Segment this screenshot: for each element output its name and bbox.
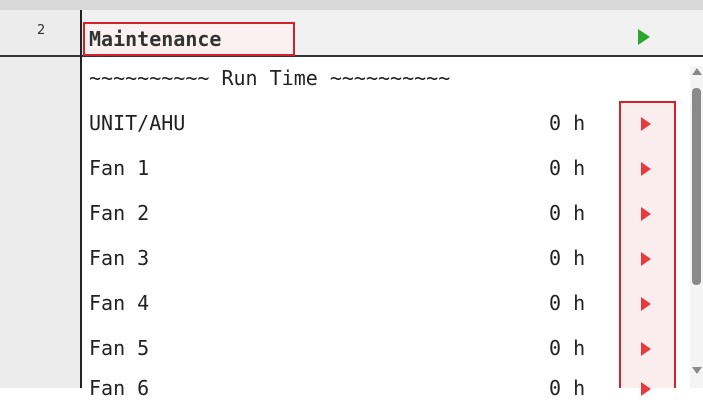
row-label-fan-5: Fan 5 [89, 336, 150, 360]
row-label-unit-ahu: UNIT/AHU [89, 111, 186, 135]
play-icon[interactable] [641, 297, 651, 311]
play-icon[interactable] [641, 252, 651, 266]
row-label-fan-6: Fan 6 [89, 376, 150, 400]
row-value-fan-1: 0 h [549, 156, 586, 180]
row-value-fan-4: 0 h [549, 291, 586, 315]
top-strip [0, 0, 703, 10]
row-value-unit-ahu: 0 h [549, 111, 586, 135]
scroll-up-arrow-icon[interactable] [692, 68, 702, 75]
row-label-fan-2: Fan 2 [89, 201, 150, 225]
play-icon[interactable] [641, 162, 651, 176]
row-label-fan-4: Fan 4 [89, 291, 150, 315]
row-label-fan-1: Fan 1 [89, 156, 150, 180]
row-value-fan-5: 0 h [549, 336, 586, 360]
row-value-fan-6: 0 h [549, 376, 586, 400]
row-number: 2 [37, 23, 46, 38]
scroll-down-arrow-icon[interactable] [692, 367, 702, 374]
maintenance-title[interactable]: Maintenance [89, 27, 221, 51]
row-value-fan-2: 0 h [549, 201, 586, 225]
gutter-border [80, 10, 82, 388]
row-label-fan-3: Fan 3 [89, 246, 150, 270]
row-value-fan-3: 0 h [549, 246, 586, 270]
play-icon[interactable] [641, 342, 651, 356]
run-time-section-title: ~~~~~~~~~~ Run Time ~~~~~~~~~~ [89, 66, 451, 90]
line-gutter: 2 [0, 10, 80, 388]
scrollbar-thumb[interactable] [692, 88, 701, 285]
play-icon[interactable] [641, 207, 651, 221]
play-icon[interactable] [641, 382, 651, 396]
play-icon[interactable] [638, 29, 650, 45]
header-divider [0, 55, 80, 57]
play-icon[interactable] [641, 117, 651, 131]
